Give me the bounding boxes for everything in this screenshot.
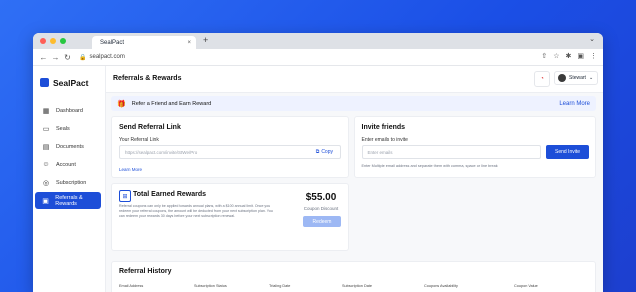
gift-icon: 🎁 — [117, 100, 126, 108]
rewards-card: ⊞ Total Earned Rewards Referral coupons … — [111, 183, 349, 251]
sidepanel-icon[interactable]: ▣ — [577, 52, 584, 60]
send-invite-button[interactable]: Send Invite — [546, 145, 589, 159]
column-header[interactable]: Coupons Availability — [424, 284, 458, 288]
sidebar-item-label: Seals — [56, 125, 70, 132]
sidebar-item-label: Dashboard — [56, 107, 83, 114]
share-icon[interactable]: ⇧ — [541, 52, 547, 60]
send-referral-title: Send Referral Link — [119, 124, 181, 131]
url-text: sealpact.com — [89, 54, 125, 60]
column-header[interactable]: Subscription Status — [194, 284, 227, 288]
logo[interactable]: SealPact — [33, 66, 105, 90]
lock-icon: 🔒 — [79, 54, 87, 61]
learn-more-link[interactable]: Learn More — [119, 167, 142, 172]
learn-more-link[interactable]: Learn More — [559, 101, 590, 107]
new-tab-button[interactable]: + — [203, 35, 208, 45]
referral-link-label: Your Referral Link — [119, 137, 159, 143]
top-bar: Referrals & Rewards ◔ Stewart ⌄ — [106, 66, 603, 93]
user-name: Stewart — [569, 75, 586, 81]
invite-label: Enter emails to invite — [361, 137, 408, 143]
user-menu[interactable]: Stewart ⌄ — [554, 71, 598, 85]
back-icon[interactable]: ← — [38, 53, 49, 62]
referral-link-value: https://sealpact.com/invite/StWe/Pro — [125, 149, 198, 155]
tab-close-icon[interactable]: × — [187, 40, 191, 46]
redeem-button[interactable]: Redeem — [303, 216, 341, 227]
copy-icon: ⧉ — [315, 149, 320, 155]
app: SealPact ▦ Dashboard ▭ Seals ▤ Documents… — [33, 66, 603, 292]
page-title: Referrals & Rewards — [113, 75, 182, 82]
referral-icon: ▣ — [42, 197, 49, 205]
banner-text: Refer a Friend and Earn Reward — [131, 100, 212, 107]
sidebar-item-documents[interactable]: ▤ Documents — [35, 138, 101, 155]
gift-icon: ⊞ — [119, 190, 131, 202]
email-placeholder: Enter emails — [367, 149, 393, 155]
column-header[interactable]: Subscription Date — [342, 284, 372, 288]
grid-icon: ▦ — [42, 107, 50, 115]
column-header[interactable]: Email Address — [119, 284, 143, 288]
logo-text: SealPact — [53, 77, 89, 88]
sidebar-item-seals[interactable]: ▭ Seals — [35, 120, 101, 137]
avatar — [558, 74, 566, 82]
document-icon: ▤ — [42, 143, 50, 151]
extensions-icon[interactable]: ✱ — [566, 52, 572, 60]
sidebar: SealPact ▦ Dashboard ▭ Seals ▤ Documents… — [33, 66, 106, 292]
email-input[interactable]: Enter emails — [361, 145, 541, 159]
forward-icon[interactable]: → — [50, 53, 61, 62]
minimize-window-button[interactable] — [50, 38, 56, 44]
rewards-title: Total Earned Rewards — [133, 191, 207, 198]
close-window-button[interactable] — [40, 38, 46, 44]
invite-hint: Enter Multiple email address and separat… — [361, 164, 498, 168]
invite-title: Invite friends — [361, 124, 406, 131]
sidebar-item-subscription[interactable]: ◎ Subscription — [35, 174, 101, 191]
user-icon: ☺ — [42, 161, 50, 168]
sidebar-item-label: Account — [56, 161, 76, 168]
browser-tab[interactable]: SealPact × — [92, 36, 196, 49]
address-bar: ← → ↻ 🔒 sealpact.com ⇧ ☆ ✱ ▣ ⋮ — [33, 49, 603, 66]
chevron-down-icon: ⌄ — [588, 75, 594, 81]
referral-history: Referral History Email Address Subscript… — [111, 261, 596, 292]
column-header[interactable]: Coupon Value — [514, 284, 538, 288]
menu-icon[interactable]: ⋮ — [590, 52, 597, 60]
copy-label: Copy — [321, 149, 333, 155]
url-field[interactable]: 🔒 sealpact.com — [79, 54, 125, 61]
window-controls — [40, 38, 66, 44]
browser-window: SealPact × + ⌄ ← → ↻ 🔒 sealpact.com ⇧ ☆ … — [33, 33, 603, 292]
main-content: 🎁 Refer a Friend and Earn Reward Learn M… — [111, 96, 596, 292]
sidebar-item-referrals[interactable]: ▣ Referrals & Rewards — [35, 192, 101, 209]
copy-button[interactable]: ⧉ Copy — [316, 149, 333, 155]
subscription-icon: ◎ — [42, 179, 50, 187]
history-title: Referral History — [119, 268, 172, 275]
sidebar-item-label: Documents — [56, 143, 84, 150]
referral-banner: 🎁 Refer a Friend and Earn Reward Learn M… — [111, 96, 596, 111]
browser-titlebar: SealPact × + ⌄ — [33, 33, 603, 49]
rewards-amount-label: Coupon Discount — [303, 206, 339, 211]
maximize-window-button[interactable] — [60, 38, 66, 44]
tab-title: SealPact — [100, 39, 125, 46]
referral-link-field[interactable]: https://sealpact.com/invite/StWe/Pro ⧉ C… — [119, 145, 341, 159]
sidebar-item-label: Referrals & Rewards — [55, 194, 83, 207]
sidebar-item-account[interactable]: ☺ Account — [35, 156, 101, 173]
reload-icon[interactable]: ↻ — [62, 53, 73, 62]
rewards-amount: $55.00 — [305, 192, 337, 203]
sidebar-item-label: Subscription — [56, 179, 87, 186]
chevron-down-icon[interactable]: ⌄ — [589, 35, 595, 43]
seal-icon: ▭ — [42, 125, 50, 133]
notification-icon[interactable]: ◔ — [534, 71, 550, 87]
sidebar-nav: ▦ Dashboard ▭ Seals ▤ Documents ☺ Accoun… — [33, 102, 105, 209]
sidebar-item-dashboard[interactable]: ▦ Dashboard — [35, 102, 101, 119]
send-referral-card: Send Referral Link Your Referral Link ht… — [111, 116, 349, 178]
invite-friends-card: Invite friends Enter emails to invite En… — [353, 116, 596, 178]
column-header[interactable]: Trialing Date — [269, 284, 290, 288]
rewards-description: Referral coupons can only be applied tow… — [119, 204, 273, 219]
logo-icon — [40, 78, 49, 87]
star-icon[interactable]: ☆ — [553, 52, 559, 60]
